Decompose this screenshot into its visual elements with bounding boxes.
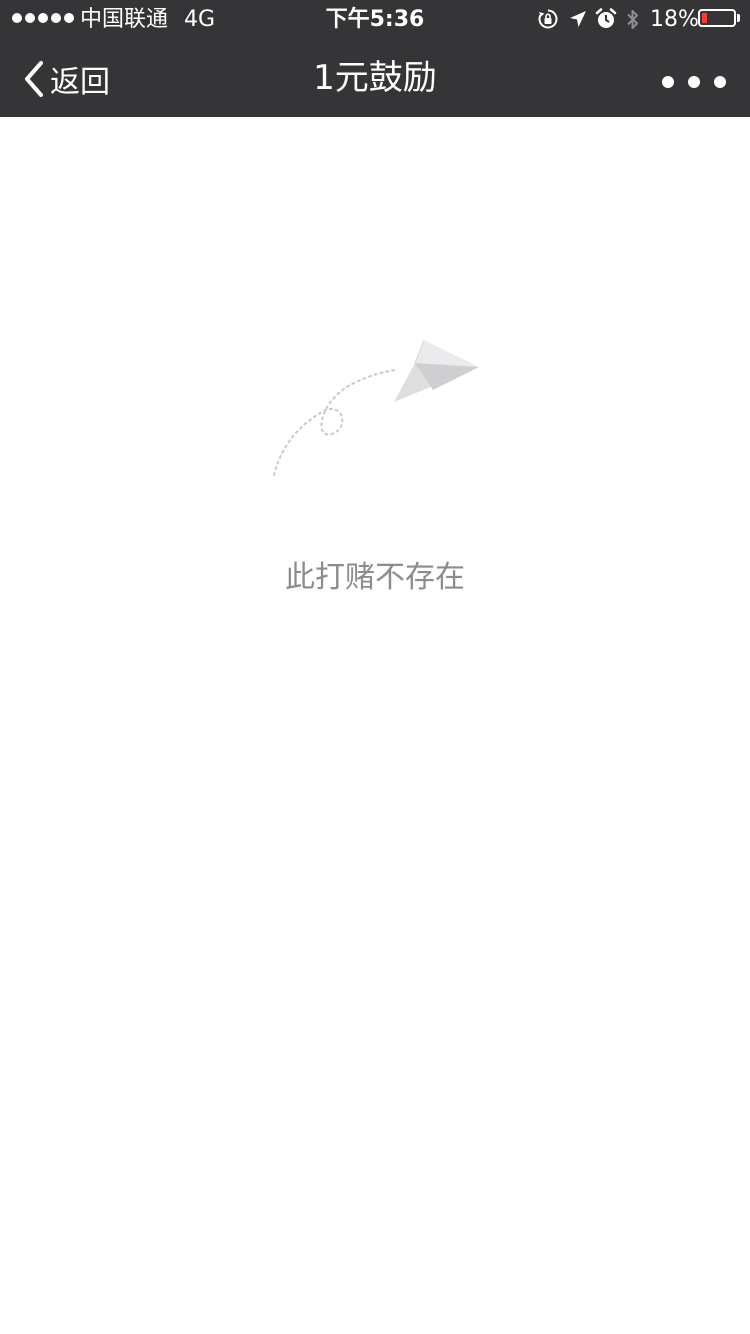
- battery-nub: [737, 14, 740, 22]
- back-label: 返回: [50, 64, 110, 100]
- navigation-bar: 返回 1元鼓励: [0, 40, 750, 117]
- back-button[interactable]: 返回: [22, 40, 110, 117]
- more-button[interactable]: [662, 62, 726, 102]
- paper-plane-icon: [273, 339, 479, 476]
- orientation-lock-icon: [538, 9, 558, 29]
- battery-percentage: 18%: [650, 7, 699, 32]
- chevron-left-icon: [25, 60, 43, 97]
- alarm-icon: [595, 8, 617, 28]
- screen: 中国联通 4G 下午5:36 18% 返回 1元鼓励 此打赌不存在: [0, 0, 750, 1334]
- top-bar: 中国联通 4G 下午5:36 18% 返回 1元鼓励: [0, 0, 750, 117]
- location-arrow-icon: [570, 11, 586, 27]
- empty-state-message: 此打赌不存在: [285, 560, 465, 595]
- battery-level-fill: [702, 13, 707, 23]
- bluetooth-icon: [627, 10, 638, 29]
- more-dots-icon: [662, 76, 674, 88]
- battery-icon: [698, 9, 736, 27]
- status-bar: 中国联通 4G 下午5:36 18%: [0, 0, 750, 40]
- page-title: 1元鼓励: [313, 58, 437, 98]
